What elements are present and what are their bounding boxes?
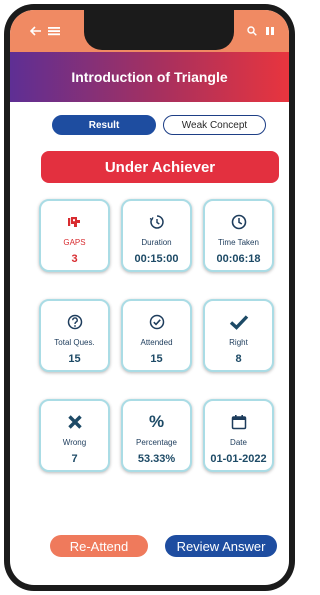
app-screen: Introduction of Triangle Result Weak Con…: [10, 10, 289, 585]
stat-label: Percentage: [136, 438, 177, 447]
stat-label: Duration: [141, 238, 172, 247]
tab-weak-concept[interactable]: Weak Concept: [163, 115, 266, 135]
stat-value: 7: [71, 453, 78, 465]
stat-card-attended[interactable]: Attended 15: [121, 299, 192, 372]
stat-value: 00:06:18: [216, 253, 261, 265]
review-answer-button[interactable]: Review Answer: [165, 535, 277, 557]
cross-icon: [67, 413, 83, 431]
stat-value: 15: [150, 353, 163, 365]
stat-card-time-taken[interactable]: Time Taken 00:06:18: [203, 199, 274, 272]
stat-value: 15: [68, 353, 81, 365]
stat-card-percentage[interactable]: % Percentage 53.33%: [121, 399, 192, 472]
reattend-button[interactable]: Re-Attend: [50, 535, 148, 557]
performance-label: Under Achiever: [104, 158, 216, 176]
pause-icon[interactable]: [265, 26, 275, 36]
question-circle-icon: [67, 313, 83, 331]
stats-grid: GAPS 3 Duration 00:15:00 Time Taken 00:0…: [39, 199, 274, 472]
phone-frame: Introduction of Triangle Result Weak Con…: [4, 4, 295, 591]
result-tabs: Result Weak Concept: [52, 115, 266, 135]
calendar-icon: [231, 413, 247, 431]
stat-label: Date: [230, 438, 247, 447]
stat-card-gaps[interactable]: GAPS 3: [39, 199, 110, 272]
percent-icon: %: [148, 412, 165, 431]
stat-label: Wrong: [62, 438, 87, 447]
stat-value: 00:15:00: [134, 253, 179, 265]
stat-value: 01-01-2022: [210, 453, 267, 465]
stat-card-date[interactable]: Date 01-01-2022: [203, 399, 274, 472]
stat-card-right[interactable]: Right 8: [203, 299, 274, 372]
back-arrow-icon[interactable]: [30, 26, 42, 36]
stat-label: GAPS: [63, 238, 86, 247]
clock-icon: [231, 213, 247, 231]
page-title: Introduction of Triangle: [71, 69, 228, 85]
stat-card-duration[interactable]: Duration 00:15:00: [121, 199, 192, 272]
timer-icon: [149, 213, 165, 231]
search-icon[interactable]: [247, 26, 257, 36]
checkmark-icon: [229, 313, 249, 331]
stat-value: 3: [71, 253, 78, 265]
stat-card-total-questions[interactable]: Total Ques. 15: [39, 299, 110, 372]
check-circle-icon: [149, 313, 165, 331]
stat-label: Attended: [140, 338, 173, 347]
tab-result[interactable]: Result: [52, 115, 156, 135]
status-right: [247, 26, 275, 36]
stat-value: 8: [235, 353, 242, 365]
title-bar: Introduction of Triangle: [10, 52, 289, 102]
stat-value: 53.33%: [137, 453, 176, 465]
stat-label: Total Ques.: [54, 338, 95, 347]
status-bar: [10, 10, 289, 52]
menu-icon[interactable]: [48, 26, 60, 36]
stat-label: Right: [229, 338, 248, 347]
performance-banner: Under Achiever: [41, 151, 279, 183]
gaps-icon: [67, 213, 82, 231]
stat-card-wrong[interactable]: Wrong 7: [39, 399, 110, 472]
status-left: [30, 26, 60, 36]
phone-notch: [84, 10, 234, 50]
stat-label: Time Taken: [218, 238, 259, 247]
